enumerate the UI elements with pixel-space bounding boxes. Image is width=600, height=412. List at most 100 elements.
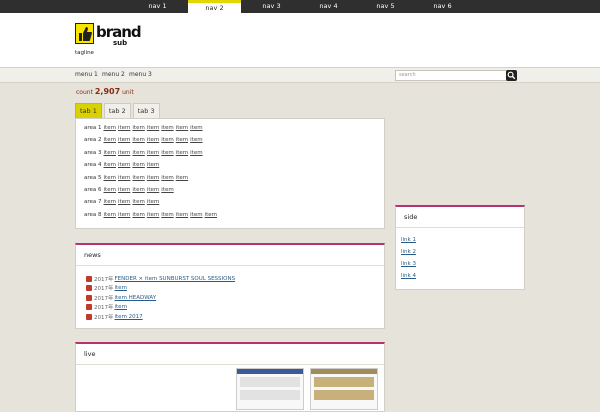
news-item[interactable]: 2017年 item — [86, 284, 374, 294]
area-link[interactable]: item — [132, 212, 144, 218]
side-link[interactable]: link 1 — [401, 237, 416, 243]
top-navigation: nav 1 nav 2 nav 3 nav 4 nav 5 nav 6 — [0, 0, 600, 14]
area-link[interactable]: item — [190, 150, 202, 156]
side-title: side — [396, 207, 524, 228]
counter-label: count — [76, 89, 93, 96]
news-link[interactable]: FENDER × item SUNBURST SOUL SESSIONS — [115, 276, 236, 282]
news-date: 2017年 — [94, 286, 114, 293]
area-link[interactable]: item — [104, 175, 116, 181]
site-screenshot-1[interactable] — [236, 368, 304, 410]
area-link[interactable]: item — [104, 125, 116, 131]
site-logo[interactable]: brand sub tagline — [75, 23, 215, 57]
search-button[interactable] — [506, 70, 517, 81]
area-row: area 2 item item item item item item item — [84, 137, 376, 149]
area-link[interactable]: item — [190, 212, 202, 218]
area-link[interactable]: item — [132, 162, 144, 168]
area-link[interactable]: item — [118, 199, 130, 205]
area-link[interactable]: item — [147, 125, 159, 131]
area-region-label: area 1 — [84, 125, 102, 131]
area-link[interactable]: item — [147, 212, 159, 218]
news-item[interactable]: 2017年 item HEADWAY — [86, 293, 374, 303]
nav-item-2[interactable]: nav 2 — [188, 0, 241, 14]
area-link[interactable]: item — [147, 187, 159, 193]
area-link[interactable]: item — [104, 150, 116, 156]
area-link[interactable]: item — [118, 187, 130, 193]
area-link[interactable]: item — [104, 212, 116, 218]
area-link[interactable]: item — [176, 137, 188, 143]
news-link[interactable]: item — [115, 285, 127, 291]
area-link[interactable]: item — [132, 175, 144, 181]
area-link[interactable]: item — [104, 187, 116, 193]
area-link[interactable]: item — [161, 175, 173, 181]
nav-item-6[interactable]: nav 6 — [416, 0, 469, 13]
tab-3[interactable]: tab 3 — [132, 103, 160, 118]
area-link[interactable]: item — [132, 125, 144, 131]
tab-2[interactable]: tab 2 — [103, 103, 131, 118]
site-header: brand sub tagline — [0, 13, 600, 67]
area-link[interactable]: item — [132, 187, 144, 193]
area-link[interactable]: item — [176, 150, 188, 156]
area-link[interactable]: item — [190, 137, 202, 143]
thumbs-up-icon — [75, 23, 94, 44]
area-link[interactable]: item — [161, 187, 173, 193]
area-link[interactable]: item — [147, 150, 159, 156]
area-link[interactable]: item — [205, 212, 217, 218]
area-region-label: area 7 — [84, 199, 102, 206]
nav-item-5[interactable]: nav 5 — [359, 0, 412, 13]
area-link[interactable]: item — [118, 125, 130, 131]
area-list-panel: area 1 item item item item item item item area 2… — [75, 118, 385, 229]
area-link[interactable]: item — [147, 137, 159, 143]
subnav-item-2[interactable]: menu 2 — [102, 71, 125, 78]
side-link[interactable]: link 2 — [401, 249, 416, 255]
area-link[interactable]: item — [118, 212, 130, 218]
news-item[interactable]: 2017年 item 2017 — [86, 312, 374, 322]
livehouse-counter: count 2,907 unit — [76, 87, 134, 96]
area-link[interactable]: item — [132, 150, 144, 156]
news-link[interactable]: item HEADWAY — [115, 295, 157, 301]
search-input[interactable]: search — [395, 70, 511, 81]
area-link[interactable]: item — [190, 125, 202, 131]
nav-item-1[interactable]: nav 1 — [131, 0, 184, 13]
news-item[interactable]: 2017年 FENDER × item SUNBURST SOUL SESSION… — [86, 274, 374, 284]
area-link[interactable]: item — [104, 162, 116, 168]
side-link[interactable]: link 3 — [401, 261, 416, 267]
site-screenshot-2[interactable] — [310, 368, 378, 410]
area-link[interactable]: item — [147, 199, 159, 205]
counter-unit: unit — [122, 89, 134, 96]
area-link[interactable]: item — [132, 137, 144, 143]
news-item[interactable]: 2017年 item — [86, 303, 374, 313]
area-link[interactable]: item — [176, 175, 188, 181]
area-link[interactable]: item — [161, 125, 173, 131]
news-date: 2017年 — [94, 276, 114, 283]
area-link[interactable]: item — [118, 175, 130, 181]
tab-1[interactable]: tab 1 — [75, 103, 102, 118]
area-row: area 1 item item item item item item item — [84, 125, 376, 137]
area-link[interactable]: item — [118, 150, 130, 156]
area-link[interactable]: item — [118, 162, 130, 168]
nav-item-3[interactable]: nav 3 — [245, 0, 298, 13]
news-link[interactable]: item — [115, 304, 127, 310]
area-link[interactable]: item — [161, 212, 173, 218]
area-row: area 6 item item item item item — [84, 187, 376, 199]
area-link[interactable]: item — [147, 162, 159, 168]
area-region-label: area 3 — [84, 149, 102, 156]
area-link[interactable]: item — [104, 199, 116, 205]
area-row: area 3 item item item item item item item — [84, 150, 376, 162]
subnav-item-1[interactable]: menu 1 — [75, 71, 98, 78]
area-link[interactable]: item — [147, 175, 159, 181]
side-link[interactable]: link 4 — [401, 273, 416, 279]
search-icon — [507, 71, 516, 80]
area-link[interactable]: item — [161, 150, 173, 156]
area-link[interactable]: item — [176, 125, 188, 131]
area-link[interactable]: item — [118, 137, 130, 143]
subnav-item-3[interactable]: menu 3 — [129, 71, 152, 78]
nav-item-4[interactable]: nav 4 — [302, 0, 355, 13]
news-link[interactable]: item 2017 — [115, 314, 143, 320]
area-link[interactable]: item — [104, 137, 116, 143]
side-panel: side link 1 link 2 link 3 link 4 — [395, 205, 525, 290]
live-panel: live — [75, 342, 385, 412]
area-link[interactable]: item — [176, 212, 188, 218]
area-link[interactable]: item — [132, 199, 144, 205]
area-region-label: area 2 — [84, 137, 102, 144]
area-link[interactable]: item — [161, 137, 173, 143]
